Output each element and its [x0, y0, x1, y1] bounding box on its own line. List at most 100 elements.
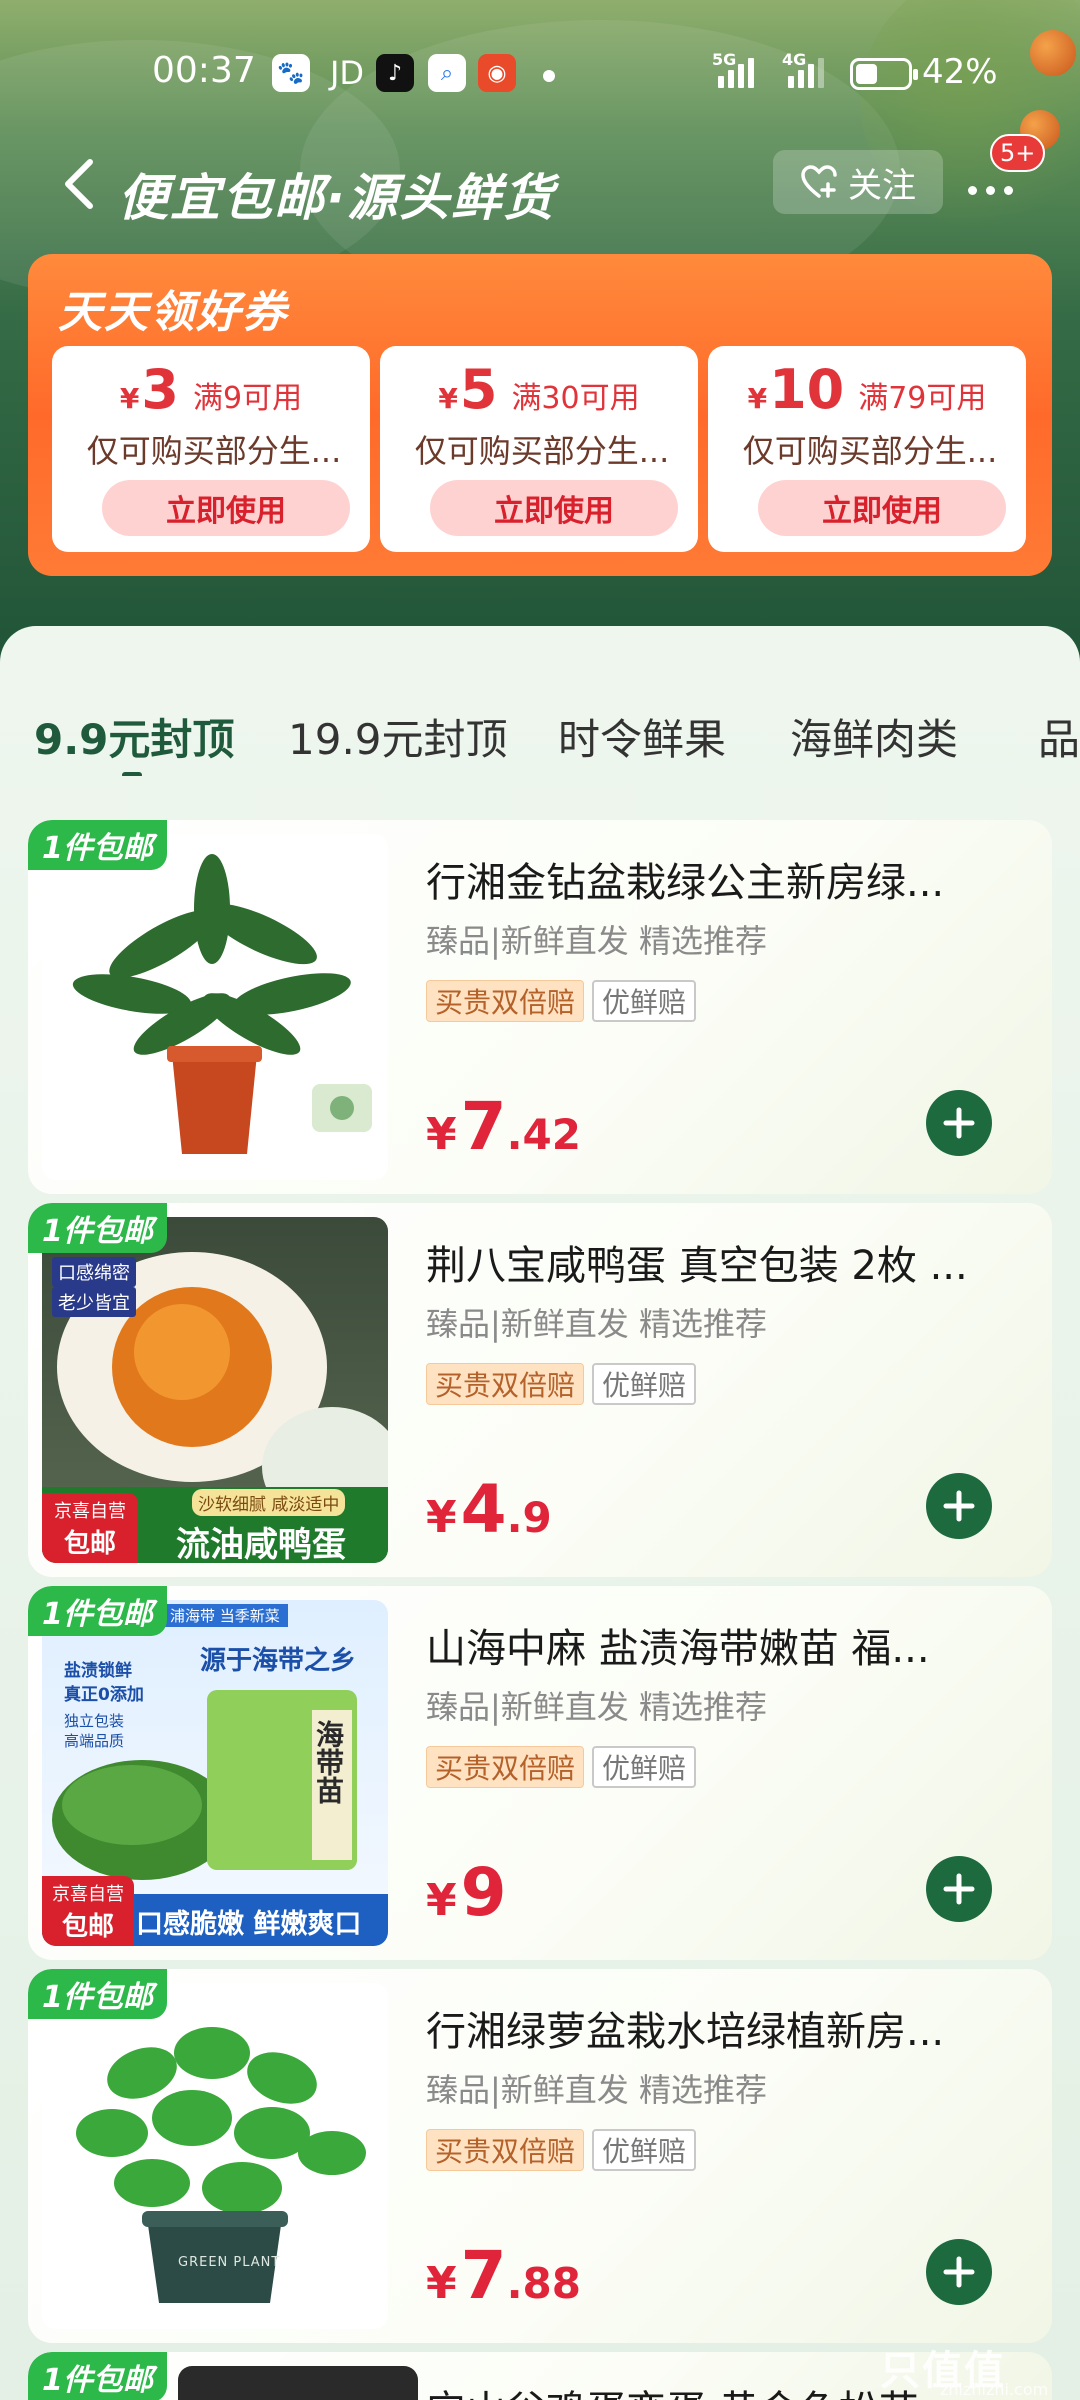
self-operated-label: 京喜自营 包邮: [42, 1493, 138, 1563]
product-price: ¥ 9: [426, 1854, 507, 1931]
watermark-url: zhizhizhi.com: [940, 2380, 1049, 2399]
product-image-seaweed[interactable]: 浦海带 当季新菜 源于海带之乡 盐渍锁鲜 真正0添加 独立包装 高端品质 海带苗…: [42, 1600, 388, 1946]
plus-icon: [943, 2256, 975, 2288]
free-shipping-tag: 1件包邮: [28, 1969, 167, 2019]
tab-more[interactable]: 品: [1038, 706, 1080, 767]
add-to-cart-button[interactable]: [926, 1856, 992, 1922]
tab-seafood-meat[interactable]: 海鲜肉类: [790, 706, 958, 767]
tab-19-9-cap[interactable]: 19.9元封顶: [288, 706, 508, 767]
product-subtitle: 臻品|新鲜直发 精选推荐: [426, 2071, 767, 2109]
fresh-compensation-chip: 优鲜赔: [592, 980, 697, 1022]
self-operated-line2: 包邮: [63, 1529, 116, 1559]
product-subtitle: 臻品|新鲜直发 精选推荐: [426, 1688, 767, 1726]
price-integer: 9: [460, 1854, 507, 1931]
add-to-cart-button[interactable]: [926, 1090, 992, 1156]
price-integer: 4: [460, 1471, 507, 1548]
use-coupon-button[interactable]: 立即使用: [430, 480, 678, 536]
battery-percent: 42%: [922, 52, 998, 92]
product-price: ¥ 7 .42: [426, 1088, 581, 1165]
add-to-cart-button[interactable]: [926, 2239, 992, 2305]
active-tab-indicator: [122, 772, 142, 776]
coupon-card[interactable]: ¥ 5 满30可用 仅可购买部分生... 立即使用: [380, 346, 698, 552]
product-image-preserved-egg[interactable]: [178, 2366, 418, 2400]
egg-image-banner-small: 沙软细腻 咸淡适中: [192, 1489, 346, 1516]
coupon-desc: 仅可购买部分生...: [742, 432, 998, 470]
product-card[interactable]: 1件包邮 行湘金钻盆栽绿公主新房绿... 臻品|新鲜直发 精选推荐 买贵双倍赔 …: [28, 820, 1052, 1194]
signal-5g-icon: [718, 54, 754, 88]
product-image-plant[interactable]: [42, 834, 388, 1180]
plus-icon: [943, 1490, 975, 1522]
free-shipping-tag: 1件包邮: [28, 820, 167, 870]
status-time: 00:37: [152, 50, 256, 91]
follow-label: 关注: [848, 165, 916, 206]
coupon-panel: 天天领好券 ¥ 3 满9可用 仅可购买部分生... 立即使用 ¥ 5 满30可用…: [28, 254, 1052, 576]
egg-image-label-2: 老少皆宜: [52, 1287, 136, 1317]
product-card[interactable]: 1件包邮 GREEN PLANT 行湘绿萝盆栽水培绿植新房... 臻品|新鲜直发…: [28, 1969, 1052, 2343]
double-compensation-chip: 买贵双倍赔: [426, 1746, 585, 1788]
product-image-salted-egg[interactable]: 口感绵密 老少皆宜 沙软细腻 咸淡适中 流油咸鸭蛋 京喜自营 包邮: [42, 1217, 388, 1563]
self-operated-line2: 包邮: [61, 1912, 114, 1942]
egg-image-label-1: 口感绵密: [52, 1257, 136, 1287]
notification-badge: 5+: [990, 134, 1046, 172]
coupon-yen: ¥: [119, 382, 140, 415]
free-shipping-tag: 1件包邮: [28, 1203, 167, 1253]
product-card[interactable]: 1件包邮 口感绵密 老少皆宜 沙软细腻 咸淡适中 流油咸鸭蛋 京喜自营 包邮 荆…: [28, 1203, 1052, 1577]
price-yen: ¥: [426, 1492, 457, 1543]
price-yen: ¥: [426, 1875, 457, 1926]
free-shipping-tag: 1件包邮: [28, 2352, 167, 2400]
category-tabs: 9.9元封顶 19.9元封顶 时令鲜果 海鲜肉类 品: [0, 626, 1080, 776]
coupon-condition: 满79可用: [858, 381, 987, 416]
back-arrow-icon[interactable]: [56, 154, 106, 214]
fresh-compensation-chip: 优鲜赔: [592, 2129, 697, 2171]
coupon-yen: ¥: [747, 382, 768, 415]
product-subtitle: 臻品|新鲜直发 精选推荐: [426, 922, 767, 960]
price-integer: 7: [460, 2237, 507, 2314]
seaweed-pack-text: 海带苗: [312, 1720, 345, 1804]
price-decimal: .9: [506, 1493, 552, 1542]
seaweed-banner: 口感脆嫩 鲜嫩爽口: [136, 1909, 362, 1940]
price-yen: ¥: [426, 2258, 457, 2309]
nav-bar: 便宜包邮·源头鲜货 关注 5+: [0, 134, 1080, 240]
product-name[interactable]: 荆八宝咸鸭蛋 真空包装 2枚 ...: [426, 1233, 1016, 1291]
fresh-compensation-chip: 优鲜赔: [592, 1363, 697, 1405]
product-name[interactable]: 山海中麻 盐渍海带嫩苗 福...: [426, 1616, 1016, 1674]
fresh-compensation-chip: 优鲜赔: [592, 1746, 697, 1788]
coupon-card[interactable]: ¥ 10 满79可用 仅可购买部分生... 立即使用: [708, 346, 1026, 552]
price-yen: ¥: [426, 1109, 457, 1160]
plus-icon: [943, 1873, 975, 1905]
double-compensation-chip: 买贵双倍赔: [426, 2129, 585, 2171]
taobao-icon: ◉: [478, 54, 516, 92]
product-price: ¥ 4 .9: [426, 1471, 552, 1548]
battery-icon: [850, 58, 918, 90]
follow-button[interactable]: 关注: [773, 150, 943, 214]
product-name[interactable]: 行湘金钻盆栽绿公主新房绿...: [426, 850, 1016, 908]
product-subtitle: 臻品|新鲜直发 精选推荐: [426, 1305, 767, 1343]
product-price: ¥ 7 .88: [426, 2237, 581, 2314]
self-operated-line1: 京喜自营: [52, 1884, 124, 1905]
plus-icon: [943, 1107, 975, 1139]
egg-image-banner: 流油咸鸭蛋: [176, 1525, 346, 1563]
product-card[interactable]: 1件包邮 浦海带 当季新菜 源于海带之乡 盐渍锁鲜 真正0添加 独立包装 高端品…: [28, 1586, 1052, 1960]
use-coupon-button[interactable]: 立即使用: [758, 480, 1006, 536]
coupon-card[interactable]: ¥ 3 满9可用 仅可购买部分生... 立即使用: [52, 346, 370, 552]
double-compensation-chip: 买贵双倍赔: [426, 980, 585, 1022]
baidu-icon: 🐾: [272, 54, 310, 92]
douyin-icon: ♪: [376, 54, 414, 92]
search-app-icon: ⌕: [428, 54, 466, 92]
coupon-yen: ¥: [438, 382, 458, 415]
product-name[interactable]: 行湘绿萝盆栽水培绿植新房...: [426, 1999, 1016, 2057]
tab-9-9-cap[interactable]: 9.9元封顶: [34, 706, 234, 767]
price-integer: 7: [460, 1088, 507, 1165]
add-to-cart-button[interactable]: [926, 1473, 992, 1539]
double-compensation-chip: 买贵双倍赔: [426, 1363, 585, 1405]
self-operated-line1: 京喜自营: [54, 1501, 126, 1522]
use-coupon-button[interactable]: 立即使用: [102, 480, 350, 536]
tab-seasonal-fruit[interactable]: 时令鲜果: [558, 706, 726, 767]
signal-4g-icon: [788, 54, 824, 88]
jd-icon: JD: [329, 54, 365, 92]
more-notifications-dot: [543, 70, 555, 82]
coupon-desc: 仅可购买部分生...: [414, 432, 670, 470]
product-image-pothos[interactable]: GREEN PLANT: [42, 1983, 388, 2329]
coupon-amount: 3: [141, 358, 179, 421]
coupon-amount: 5: [459, 358, 498, 421]
